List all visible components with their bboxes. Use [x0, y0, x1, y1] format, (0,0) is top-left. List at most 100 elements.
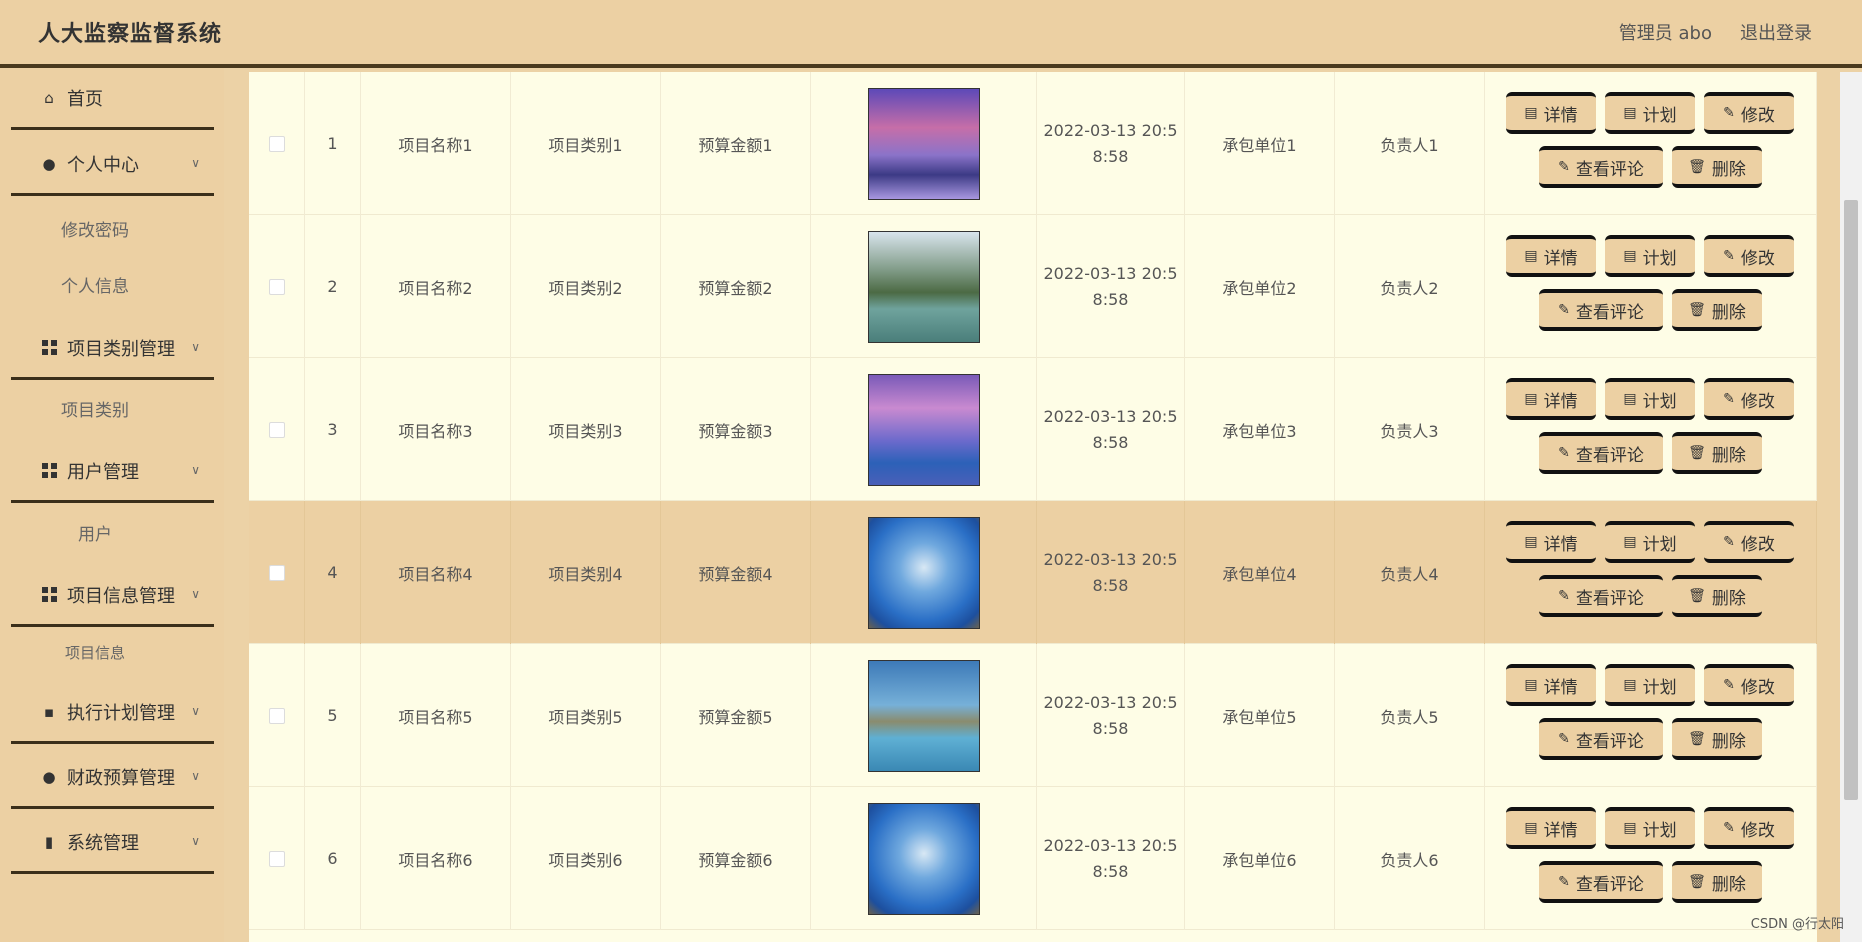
view-comments-button[interactable]: ✎ 查看评论 [1539, 289, 1663, 331]
edit-button[interactable]: ✎ 修改 [1704, 235, 1794, 277]
sidebar-item-personal-center[interactable]: ● 个人中心 ∨ [11, 134, 214, 196]
budget-cell: 预算金额5 [661, 644, 811, 787]
edit-button[interactable]: ✎ 修改 [1704, 378, 1794, 420]
table-row[interactable]: 2 项目名称2 项目类别2 预算金额2 2022-03-13 20:5 8:58 承包单位2… [249, 215, 1817, 358]
sidebar-item-home[interactable]: ⌂ 首页 [11, 68, 214, 130]
logout-link[interactable]: 退出登录 [1740, 19, 1812, 45]
button-label: 计划 [1642, 391, 1677, 412]
table-row[interactable]: 1 项目名称1 项目类别1 预算金额1 2022-03-13 20:5 8:58 承包单位1… [249, 72, 1817, 215]
header-user-area: 管理员 abo 退出登录 [1619, 19, 1812, 45]
sidebar-item-label: 首页 [67, 88, 103, 110]
contractor-cell: 承包单位5 [1185, 644, 1335, 787]
contractor-cell: 承包单位2 [1185, 215, 1335, 358]
user-icon: ● [42, 154, 56, 173]
edit-button[interactable]: ✎ 修改 [1704, 807, 1794, 849]
view-comments-button[interactable]: ✎ 查看评论 [1539, 718, 1663, 760]
image-cell [811, 644, 1037, 787]
sidebar-item-project-category-mgmt[interactable]: 项目类别管理 ∨ [11, 318, 214, 380]
row-checkbox[interactable] [268, 135, 285, 152]
table-row[interactable]: 4 项目名称4 项目类别4 预算金额4 2022-03-13 20:5 8:58 承包单位4… [249, 501, 1817, 644]
table-row[interactable] [249, 930, 1817, 942]
detail-button[interactable]: ▤ 详情 [1506, 235, 1596, 277]
plan-button[interactable]: ▤ 计划 [1605, 235, 1695, 277]
image-cell [811, 72, 1037, 215]
delete-button[interactable]: 🗑 删除 [1672, 718, 1762, 760]
manager-cell: 负责人6 [1335, 787, 1485, 930]
project-image[interactable] [867, 230, 980, 343]
row-checkbox[interactable] [268, 278, 285, 295]
row-checkbox[interactable] [268, 850, 285, 867]
date-line-1: 2022-03-13 20:5 [1043, 692, 1178, 712]
detail-button[interactable]: ▤ 详情 [1506, 378, 1596, 420]
pencil-icon: ✎ [1558, 445, 1570, 461]
index-cell: 4 [305, 501, 361, 644]
budget-cell: 预算金额6 [661, 787, 811, 930]
pencil-icon: ✎ [1558, 874, 1570, 890]
button-label: 详情 [1543, 820, 1578, 841]
view-comments-button[interactable]: ✎ 查看评论 [1539, 861, 1663, 903]
pencil-icon: ✎ [1558, 588, 1570, 604]
delete-button[interactable]: 🗑 删除 [1672, 289, 1762, 331]
row-checkbox[interactable] [268, 564, 285, 581]
view-comments-button[interactable]: ✎ 查看评论 [1539, 432, 1663, 474]
project-image[interactable] [867, 516, 980, 629]
button-label: 查看评论 [1575, 731, 1644, 752]
image-cell [811, 215, 1037, 358]
button-label: 计划 [1642, 105, 1677, 126]
detail-button[interactable]: ▤ 详情 [1506, 664, 1596, 706]
plan-button[interactable]: ▤ 计划 [1605, 807, 1695, 849]
edit-button[interactable]: ✎ 修改 [1704, 92, 1794, 134]
sidebar-item-project-info-mgmt[interactable]: 项目信息管理 ∨ [11, 565, 214, 627]
document-icon: ▤ [1623, 391, 1637, 407]
index-cell: 3 [305, 358, 361, 501]
row-checkbox[interactable] [268, 707, 285, 724]
sidebar-subitem-project-info[interactable]: 项目信息 [0, 642, 190, 663]
view-comments-button[interactable]: ✎ 查看评论 [1539, 575, 1663, 617]
delete-button[interactable]: 🗑 删除 [1672, 861, 1762, 903]
detail-button[interactable]: ▤ 详情 [1506, 92, 1596, 134]
sidebar-item-budget-mgmt[interactable]: ● 财政预算管理 ∨ [11, 747, 214, 809]
detail-button[interactable]: ▤ 详情 [1506, 521, 1596, 563]
document-icon: ▤ [1524, 105, 1538, 121]
plan-button[interactable]: ▤ 计划 [1605, 378, 1695, 420]
sidebar-subitem-change-password[interactable]: 修改密码 [0, 216, 190, 241]
row-checkbox[interactable] [268, 421, 285, 438]
sidebar-item-execution-plan-mgmt[interactable]: ▪ 执行计划管理 ∨ [11, 682, 214, 744]
delete-button[interactable]: 🗑 删除 [1672, 146, 1762, 188]
button-label: 计划 [1642, 534, 1677, 555]
sidebar-subitem-project-category[interactable]: 项目类别 [0, 396, 190, 421]
project-name-cell: 项目名称2 [361, 215, 511, 358]
project-image[interactable] [867, 87, 980, 200]
sidebar-item-label: 个人中心 [67, 154, 139, 176]
project-image[interactable] [867, 802, 980, 915]
button-label: 查看评论 [1575, 874, 1644, 895]
table-row[interactable]: 5 项目名称5 项目类别5 预算金额5 2022-03-13 20:5 8:58 承包单位5… [249, 644, 1817, 787]
view-comments-button[interactable]: ✎ 查看评论 [1539, 146, 1663, 188]
manager-cell: 负责人5 [1335, 644, 1485, 787]
project-image[interactable] [867, 659, 980, 772]
scrollbar-thumb[interactable] [1844, 200, 1858, 800]
chevron-down-icon: ∨ [191, 834, 200, 848]
table-row[interactable]: 6 项目名称6 项目类别6 预算金额6 2022-03-13 20:5 8:58 承包单位6… [249, 787, 1817, 930]
trash-icon: 🗑 [1688, 302, 1706, 318]
delete-button[interactable]: 🗑 删除 [1672, 575, 1762, 617]
edit-button[interactable]: ✎ 修改 [1704, 664, 1794, 706]
vertical-scrollbar[interactable] [1840, 72, 1862, 942]
detail-button[interactable]: ▤ 详情 [1506, 807, 1596, 849]
sidebar-item-user-mgmt[interactable]: 用户管理 ∨ [11, 441, 214, 503]
plan-button[interactable]: ▤ 计划 [1605, 521, 1695, 563]
delete-button[interactable]: 🗑 删除 [1672, 432, 1762, 474]
plan-button[interactable]: ▤ 计划 [1605, 92, 1695, 134]
sidebar-item-system-mgmt[interactable]: ▮ 系统管理 ∨ [11, 812, 214, 874]
button-label: 计划 [1642, 248, 1677, 269]
sidebar-subitem-personal-info[interactable]: 个人信息 [0, 272, 190, 297]
row-select-cell [249, 644, 305, 787]
user-icon: ● [42, 767, 56, 786]
project-image[interactable] [867, 373, 980, 486]
plan-button[interactable]: ▤ 计划 [1605, 664, 1695, 706]
project-category-cell: 项目类别2 [511, 215, 661, 358]
table-row[interactable]: 3 项目名称3 项目类别3 预算金额3 2022-03-13 20:5 8:58 承包单位3… [249, 358, 1817, 501]
sidebar-subitem-user[interactable]: 用户 [0, 520, 190, 545]
sidebar-item-label: 项目信息管理 [67, 585, 175, 607]
edit-button[interactable]: ✎ 修改 [1704, 521, 1794, 563]
